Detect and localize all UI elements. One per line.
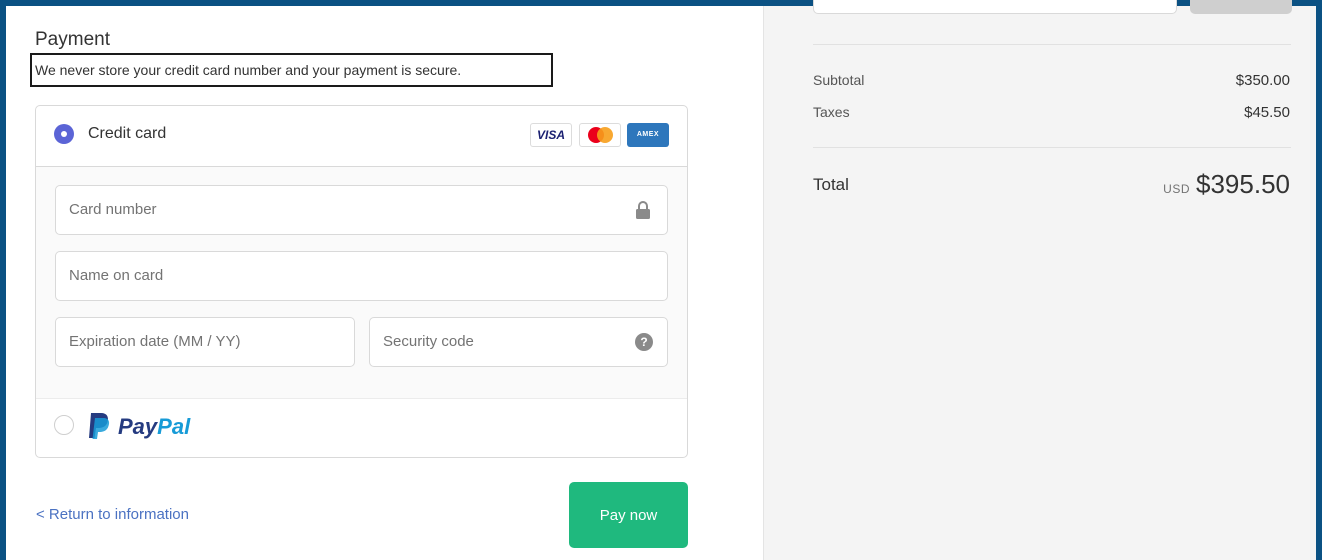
summary-divider [813,44,1291,45]
security-code-placeholder: Security code [383,333,474,350]
taxes-value: $45.50 [1244,104,1290,121]
payment-main-panel: Payment We never store your credit card … [6,6,763,560]
credit-card-option[interactable]: Credit card VISA AMEX [36,106,687,167]
total-amount: USD $395.50 [1163,169,1290,200]
order-summary-sidebar: Subtotal $350.00 Taxes $45.50 Total USD $… [763,0,1316,560]
window-frame-right [1316,0,1322,560]
payment-title: Payment [35,29,110,50]
paypal-p-icon [89,413,110,439]
total-value: $395.50 [1196,169,1290,199]
total-label: Total [813,175,849,194]
name-on-card-input[interactable]: Name on card [55,251,668,301]
paypal-wordmark: PayPal [118,414,191,439]
lock-icon [636,201,650,219]
subtotal-label: Subtotal [813,72,865,88]
return-to-information-link[interactable]: < Return to information [36,506,189,523]
taxes-label: Taxes [813,104,850,120]
card-number-input[interactable]: Card number [55,185,668,235]
amex-logo: AMEX [627,123,669,147]
summary-divider [813,147,1291,148]
expiration-date-placeholder: Expiration date (MM / YY) [69,333,241,350]
apply-discount-button[interactable] [1190,0,1292,14]
secure-payment-note: We never store your credit card number a… [30,53,553,87]
help-icon[interactable]: ? [635,333,653,351]
discount-code-input[interactable] [813,0,1177,14]
currency-code: USD [1163,182,1191,196]
payment-methods: Credit card VISA AMEX Card number Name o… [35,105,688,458]
card-number-placeholder: Card number [69,201,157,218]
subtotal-value: $350.00 [1235,72,1290,89]
security-code-input[interactable]: Security code ? [369,317,668,367]
visa-logo: VISA [530,123,572,147]
name-on-card-placeholder: Name on card [69,267,164,284]
mastercard-logo [579,123,621,147]
credit-card-radio[interactable] [54,124,74,144]
credit-card-fields: Card number Name on card Expiration date… [36,167,687,399]
expiration-date-input[interactable]: Expiration date (MM / YY) [55,317,355,367]
pay-now-button[interactable]: Pay now [569,482,688,548]
credit-card-label: Credit card [88,125,167,142]
paypal-radio[interactable] [54,415,74,435]
